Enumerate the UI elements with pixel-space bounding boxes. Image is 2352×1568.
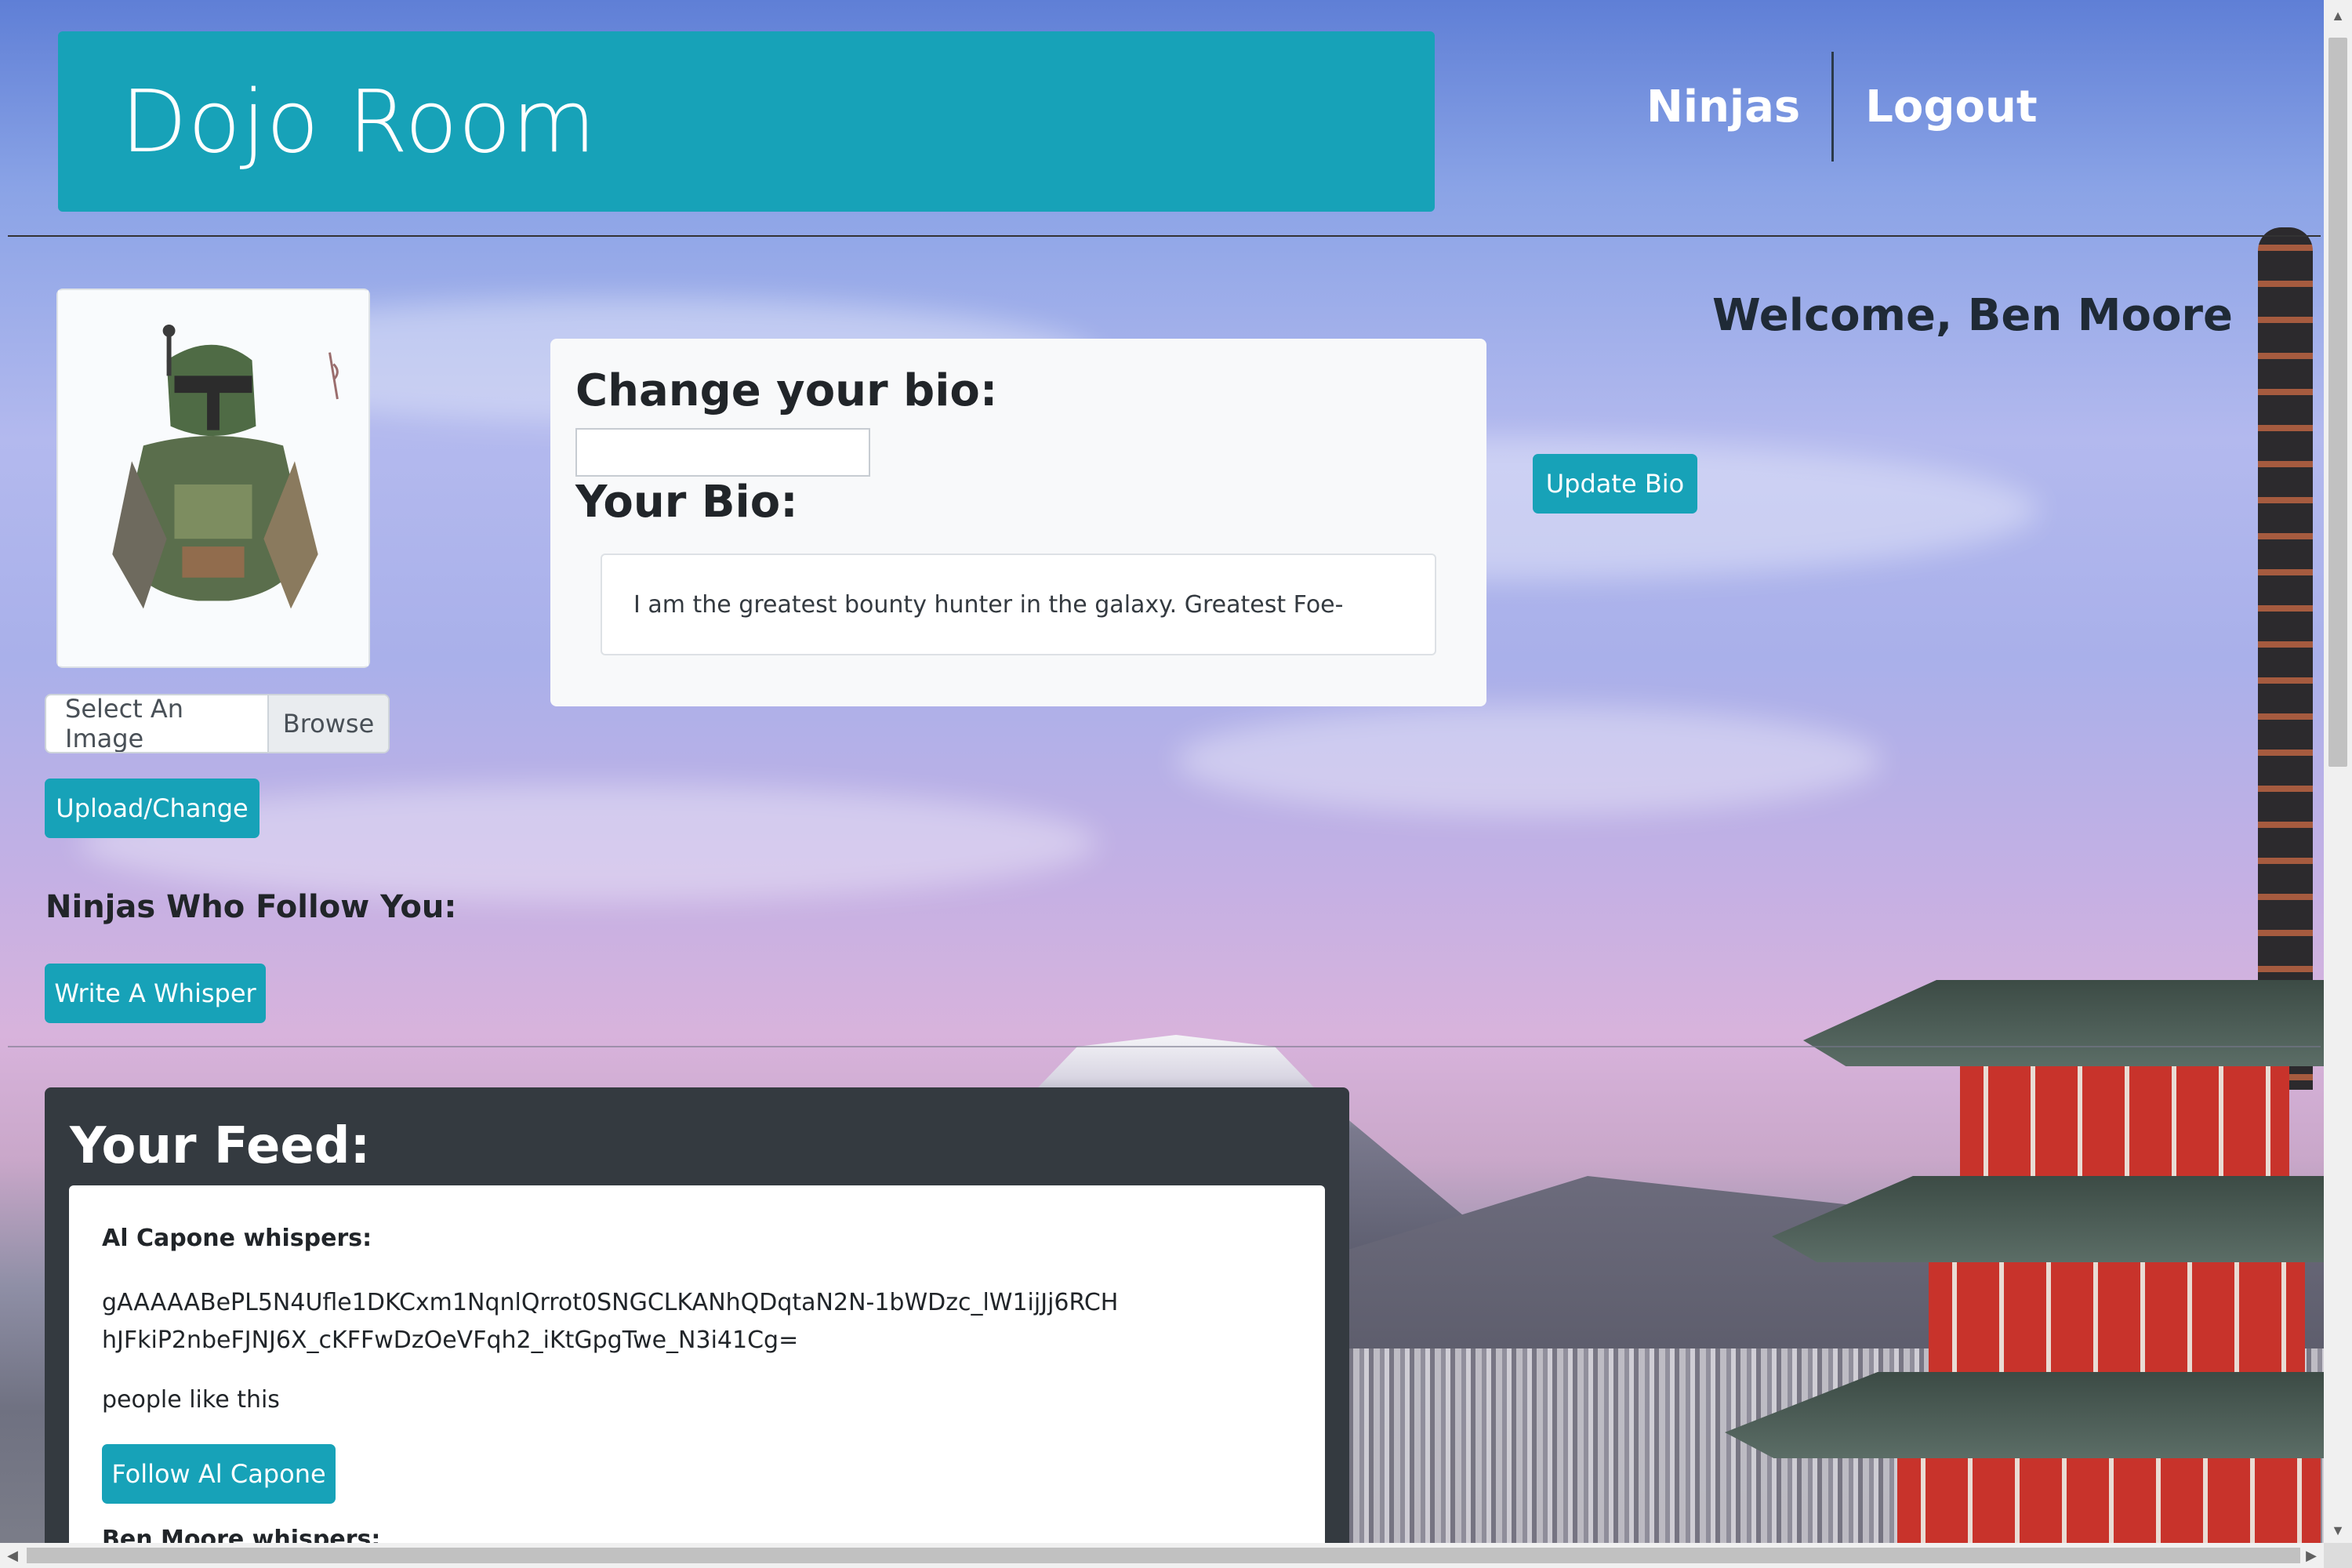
header-divider (8, 235, 2321, 237)
scroll-down-arrow-icon[interactable]: ▼ (2324, 1518, 2352, 1543)
welcome-message: Welcome, Ben Moore (1712, 290, 2234, 341)
horizontal-scroll-thumb[interactable] (27, 1548, 2300, 1563)
write-whisper-button[interactable]: Write A Whisper (45, 964, 266, 1023)
image-file-input[interactable]: Select An Image Browse (45, 694, 390, 753)
follow-user-button[interactable]: Follow Al Capone (102, 1444, 336, 1504)
avatar (56, 289, 370, 668)
vertical-scroll-thumb[interactable] (2328, 38, 2347, 767)
post-message: gAAAAABePL5N4Ufle1DKCxm1NqnlQrrot0SNGCLK… (102, 1289, 1119, 1354)
scroll-right-arrow-icon[interactable]: ▶ (2299, 1543, 2324, 1568)
vertical-scrollbar[interactable]: ▲ ▼ (2324, 0, 2352, 1543)
change-bio-heading: Change your bio: (575, 365, 998, 416)
scroll-up-arrow-icon[interactable]: ▲ (2324, 3, 2352, 28)
bio-input[interactable] (575, 428, 870, 477)
post-author: Al Capone whispers: (102, 1225, 372, 1252)
bounty-hunter-portrait-icon (58, 290, 368, 666)
nav-ninjas-link[interactable]: Ninjas (1615, 82, 1831, 132)
update-bio-button[interactable]: Update Bio (1533, 454, 1697, 514)
feed-title: Your Feed: (70, 1117, 371, 1175)
followers-heading: Ninjas Who Follow You: (45, 889, 457, 925)
scroll-left-arrow-icon[interactable]: ◀ (0, 1543, 25, 1568)
post-likes: people like this (102, 1386, 280, 1414)
feed-post: Al Capone whispers: gAAAAABePL5N4Ufle1DK… (69, 1185, 1325, 1554)
file-input-placeholder: Select An Image (65, 694, 184, 753)
site-title: Dojo Room (121, 71, 597, 172)
feed-panel: Your Feed: Al Capone whispers: gAAAAABeP… (45, 1087, 1349, 1568)
pagoda-illustration (1725, 227, 2336, 1568)
brand-banner: Dojo Room (58, 31, 1435, 212)
top-nav: Ninjas Logout (1615, 52, 2069, 162)
bio-text-box: I am the greatest bounty hunter in the g… (601, 554, 1436, 655)
upload-change-button[interactable]: Upload/Change (45, 779, 260, 838)
your-bio-heading: Your Bio: (575, 477, 798, 528)
browse-button[interactable]: Browse (267, 695, 388, 752)
horizontal-scrollbar[interactable]: ◀ ▶ (0, 1543, 2324, 1568)
scrollbar-corner (2324, 1543, 2352, 1568)
bio-card: Change your bio: Your Bio: I am the grea… (550, 339, 1486, 706)
nav-logout-link[interactable]: Logout (1834, 82, 2068, 132)
section-divider (8, 1046, 2321, 1047)
